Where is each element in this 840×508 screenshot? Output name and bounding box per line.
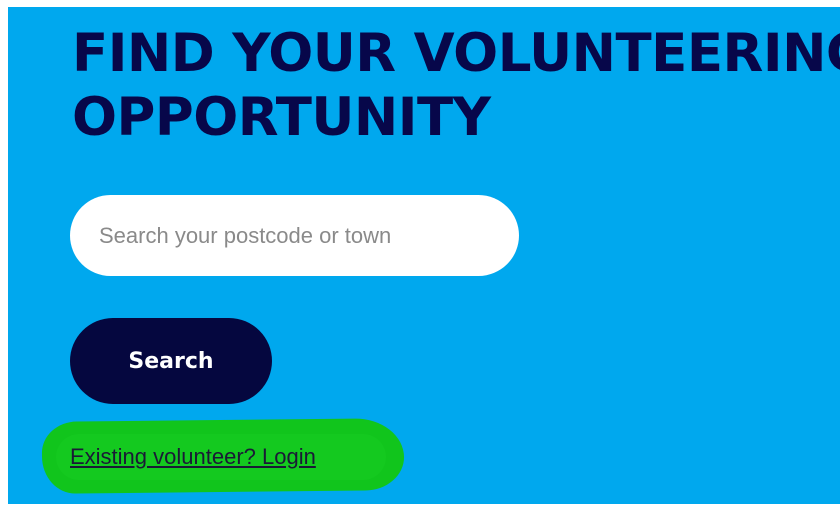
login-link[interactable]: Existing volunteer? Login (70, 443, 316, 471)
page: FIND YOUR VOLUNTEERING OPPORTUNITY Searc… (0, 0, 840, 508)
page-title-line-2: OPPORTUNITY (72, 87, 491, 148)
search-input[interactable] (70, 195, 519, 276)
page-title: FIND YOUR VOLUNTEERING OPPORTUNITY (72, 22, 840, 150)
search-button[interactable]: Search (70, 318, 272, 404)
page-title-line-1: FIND YOUR VOLUNTEERING (72, 23, 840, 84)
